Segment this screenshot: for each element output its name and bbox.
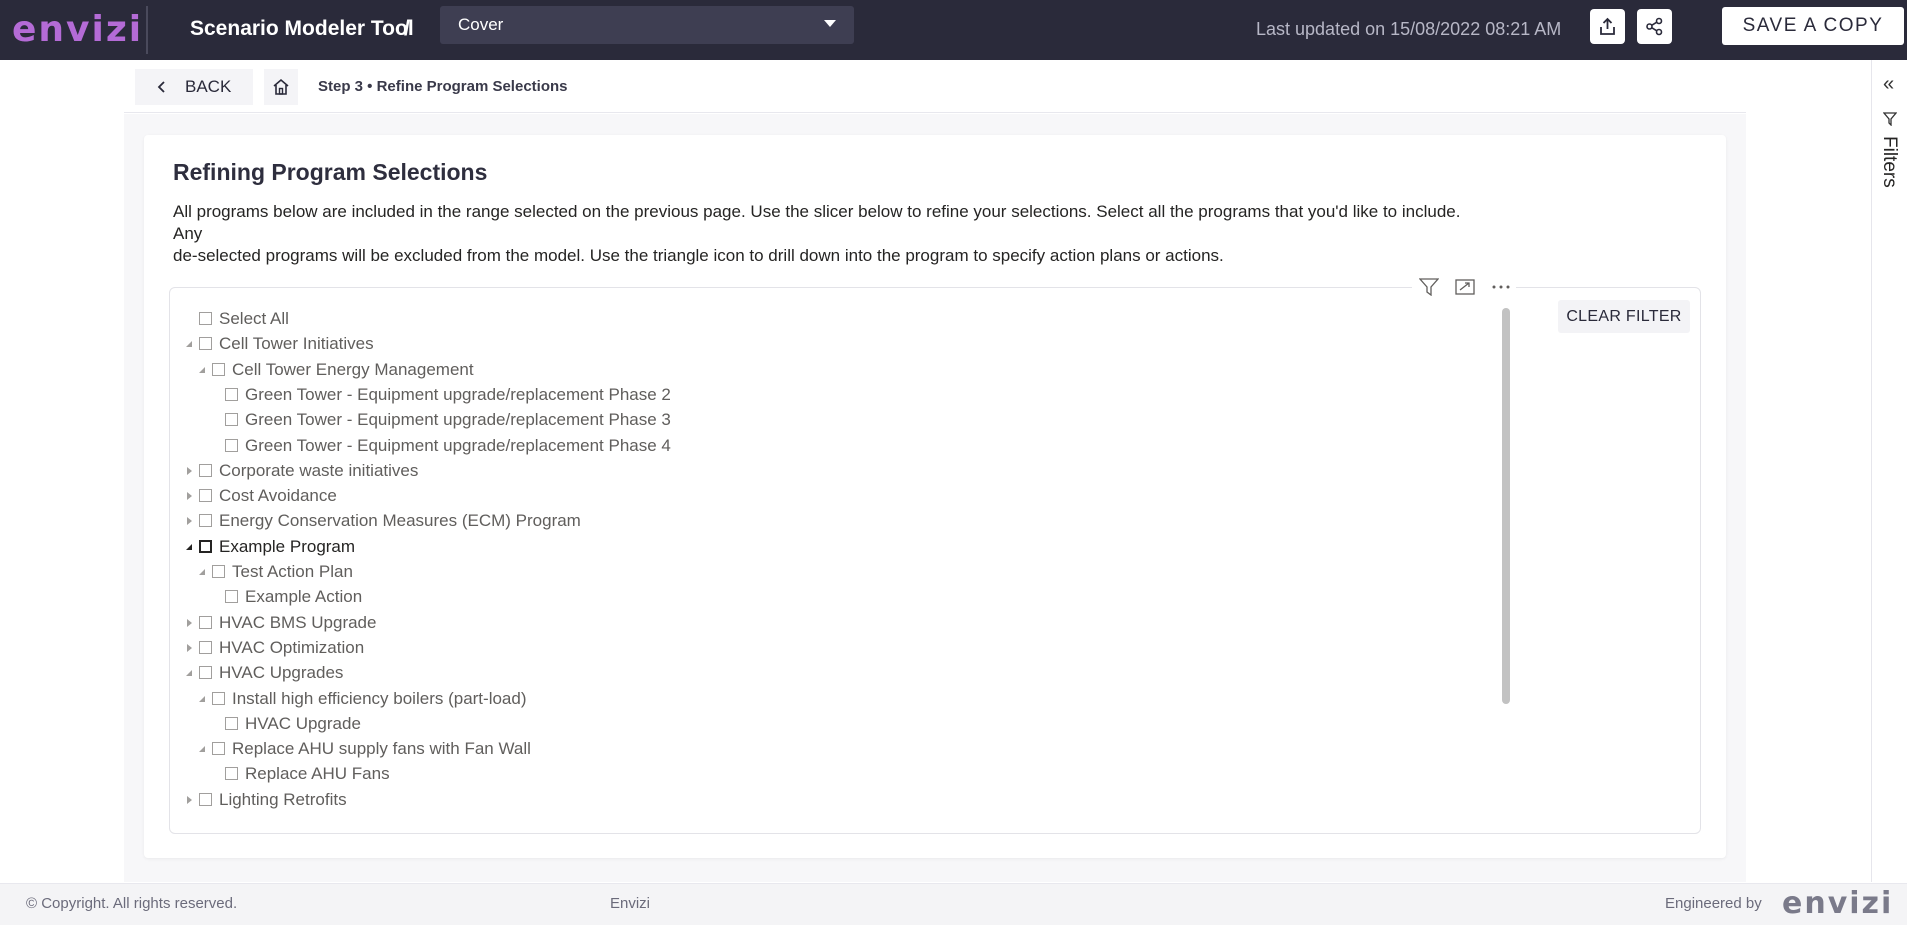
- focus-mode-button[interactable]: [1452, 274, 1478, 300]
- envizi-logo: envizi: [12, 9, 144, 50]
- collapsed-triangle-icon[interactable]: [186, 612, 196, 634]
- slicer-checkbox[interactable]: [199, 666, 212, 679]
- more-options-button[interactable]: [1488, 274, 1514, 300]
- slicer-item-label: HVAC BMS Upgrade: [219, 613, 377, 632]
- app-title: Scenario Modeler Tool: [190, 17, 414, 40]
- save-a-copy-button[interactable]: SAVE A COPY: [1722, 7, 1904, 45]
- collapsed-triangle-icon[interactable]: [186, 789, 196, 811]
- export-button[interactable]: [1590, 9, 1625, 44]
- chevron-down-icon: [824, 20, 836, 27]
- slicer-item-label: Cost Avoidance: [219, 486, 337, 505]
- slicer-checkbox[interactable]: [225, 590, 238, 603]
- slicer-checkbox[interactable]: [225, 717, 238, 730]
- slicer-item-label: Example Action: [245, 587, 363, 606]
- slicer-checkbox[interactable]: [199, 641, 212, 654]
- slicer-item-label: Energy Conservation Measures (ECM) Progr…: [219, 511, 581, 530]
- slicer-checkbox[interactable]: [225, 413, 238, 426]
- collapsed-triangle-icon[interactable]: [186, 460, 196, 482]
- expanded-triangle-icon[interactable]: [186, 662, 196, 684]
- slicer-tree: Select All Cell Tower Initiatives Cell Tow…: [186, 308, 1476, 828]
- footer: © Copyright. All rights reserved. Envizi…: [0, 883, 1907, 925]
- slicer-item-label: HVAC Optimization: [219, 638, 365, 657]
- filters-label[interactable]: Filters: [1878, 136, 1900, 188]
- slicer-item-label: Select All: [219, 309, 289, 328]
- slicer-item-label: Replace AHU supply fans with Fan Wall: [232, 739, 531, 758]
- more-options-icon: [1492, 285, 1510, 289]
- home-icon: [273, 78, 289, 95]
- collapsed-triangle-icon[interactable]: [186, 637, 196, 659]
- top-bar: envizi Scenario Modeler Tool / Cover Las…: [0, 0, 1907, 60]
- collapsed-triangle-icon[interactable]: [186, 510, 196, 532]
- slicer-item-label: Cell Tower Initiatives: [219, 334, 374, 353]
- slicer-checkbox[interactable]: [199, 616, 212, 629]
- collapsed-triangle-icon[interactable]: [186, 485, 196, 507]
- program-slicer[interactable]: Select All Cell Tower Initiatives Cell Tow…: [169, 274, 1701, 834]
- slicer-checkbox[interactable]: [199, 793, 212, 806]
- slicer-checkbox[interactable]: [199, 540, 212, 553]
- breadcrumb: Step 3 • Refine Program Selections: [318, 78, 568, 95]
- slicer-checkbox[interactable]: [212, 565, 225, 578]
- refine-card: Refining Program Selections All programs…: [144, 135, 1726, 858]
- export-icon: [1600, 17, 1615, 35]
- slicer-checkbox[interactable]: [212, 742, 225, 755]
- slicer-item-label: Example Program: [219, 537, 356, 556]
- slicer-checkbox[interactable]: [225, 388, 238, 401]
- slicer-scrollbar[interactable]: [1502, 308, 1510, 704]
- title-separator: /: [404, 17, 410, 40]
- expanded-triangle-icon[interactable]: [186, 333, 196, 355]
- page-select-dropdown[interactable]: Cover: [440, 6, 854, 44]
- visual-header: [1412, 274, 1516, 300]
- clear-filter-button[interactable]: CLEAR FILTER: [1558, 300, 1690, 333]
- slicer-item-label: Corporate waste initiatives: [219, 461, 419, 480]
- slicer-item-label: Green Tower - Equipment upgrade/replacem…: [245, 410, 671, 429]
- filters-pane[interactable]: « Filters: [1871, 60, 1907, 882]
- slicer-checkbox[interactable]: [225, 767, 238, 780]
- engineered-by-text: Engineered by: [1665, 895, 1762, 912]
- share-icon: [1646, 17, 1663, 36]
- slicer-item-label: Cell Tower Energy Management: [232, 360, 474, 379]
- slicer-checkbox[interactable]: [225, 439, 238, 452]
- back-button[interactable]: BACK: [135, 69, 253, 105]
- double-chevron-left-icon[interactable]: «: [1883, 74, 1894, 94]
- slicer-checkbox[interactable]: [199, 514, 212, 527]
- slicer-item-label: Green Tower - Equipment upgrade/replacem…: [245, 385, 671, 404]
- footer-envizi-logo: envizi: [1782, 886, 1894, 921]
- focus-mode-icon: [1455, 279, 1475, 295]
- slicer-item-label: Replace AHU Fans: [245, 764, 390, 783]
- slicer-checkbox[interactable]: [199, 312, 212, 325]
- slicer-filter-button[interactable]: [1416, 274, 1442, 300]
- filter-icon: [1419, 278, 1439, 296]
- slicer-checkbox[interactable]: [199, 337, 212, 350]
- expanded-triangle-icon[interactable]: [186, 536, 196, 558]
- slicer-item-label: HVAC Upgrade: [245, 714, 361, 733]
- page-select-value: Cover: [458, 15, 504, 34]
- slicer-item-label: Lighting Retrofits: [219, 790, 347, 809]
- expanded-triangle-icon[interactable]: [199, 561, 209, 583]
- back-button-label: BACK: [185, 77, 232, 96]
- slicer-item-label: Install high efficiency boilers (part-lo…: [232, 689, 527, 708]
- description-line-1: All programs below are included in the r…: [173, 202, 1461, 243]
- chevron-left-icon: [157, 81, 165, 93]
- slicer-item-label: HVAC Upgrades: [219, 663, 344, 682]
- footer-center-text: Envizi: [610, 895, 651, 912]
- filter-icon: [1883, 112, 1897, 126]
- last-updated-text: Last updated on 15/08/2022 08:21 AM: [1256, 19, 1562, 39]
- slicer-item-label: Test Action Plan: [232, 562, 353, 581]
- slicer-item-label: Green Tower - Equipment upgrade/replacem…: [245, 436, 671, 455]
- copyright-text: © Copyright. All rights reserved.: [26, 895, 238, 912]
- header-divider: [124, 112, 1746, 113]
- slicer-checkbox[interactable]: [212, 692, 225, 705]
- slicer-checkbox[interactable]: [212, 363, 225, 376]
- home-button[interactable]: [264, 69, 298, 105]
- topbar-divider: [146, 6, 148, 54]
- expanded-triangle-icon[interactable]: [199, 359, 209, 381]
- description-line-2: de-selected programs will be excluded fr…: [173, 246, 1224, 265]
- card-title: Refining Program Selections: [173, 159, 488, 185]
- share-button[interactable]: [1637, 9, 1672, 44]
- slicer-checkbox[interactable]: [199, 489, 212, 502]
- card-description: All programs below are included in the r…: [173, 201, 1493, 267]
- expanded-triangle-icon[interactable]: [199, 688, 209, 710]
- expanded-triangle-icon[interactable]: [199, 738, 209, 760]
- slicer-checkbox[interactable]: [199, 464, 212, 477]
